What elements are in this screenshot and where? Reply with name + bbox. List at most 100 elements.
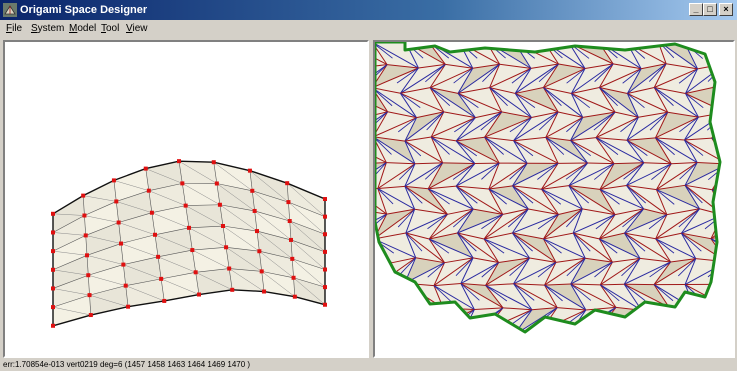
diagonal-crease <box>375 354 388 356</box>
vertex-marker <box>177 159 181 164</box>
menu-view-label: iew <box>132 23 148 34</box>
diagonal-crease <box>568 336 582 356</box>
vertex-marker <box>257 249 262 254</box>
mountain-crease <box>461 330 486 332</box>
vertex-marker <box>51 249 55 254</box>
menu-system[interactable]: System <box>31 22 64 35</box>
valley-crease <box>706 306 720 325</box>
vertex-marker <box>323 232 327 237</box>
vertex-marker <box>190 248 195 253</box>
mountain-crease <box>684 42 710 44</box>
vertex-marker <box>153 232 157 237</box>
mountain-crease <box>375 354 388 356</box>
mountain-crease <box>667 354 694 356</box>
vertex-marker <box>323 197 327 202</box>
mountain-crease <box>726 112 733 117</box>
menu-system-mnemonic: S <box>31 23 38 34</box>
diagonal-crease <box>599 354 613 356</box>
diagonal-crease <box>375 262 392 284</box>
status-bar: err:1.70854e-013 vert0219 deg=6 (1457 14… <box>0 359 737 371</box>
diagonal-crease <box>684 42 720 44</box>
vertex-marker <box>286 200 291 205</box>
diagonal-crease <box>430 330 474 332</box>
menu-system-label: ystem <box>37 23 65 34</box>
mountain-crease <box>727 307 733 311</box>
vertex-marker <box>82 213 87 218</box>
valley-crease <box>375 330 394 332</box>
valley-crease <box>484 330 506 332</box>
diagonal-crease <box>430 330 449 332</box>
app-icon <box>3 3 17 17</box>
vertex-marker <box>323 302 327 307</box>
maximize-button[interactable]: □ <box>703 3 717 16</box>
diagonal-crease <box>652 306 670 331</box>
menu-file-label: ile <box>12 23 23 34</box>
menu-file[interactable]: File <box>6 22 22 35</box>
vertex-marker <box>224 245 229 250</box>
valley-crease <box>402 335 423 350</box>
vertex-marker <box>159 276 164 281</box>
minimize-button[interactable]: _ <box>689 3 703 16</box>
vertex-marker <box>156 254 161 259</box>
menu-view[interactable]: View <box>126 22 148 35</box>
vertex-marker <box>227 266 232 271</box>
vertex-marker <box>111 178 116 183</box>
diagonal-crease <box>484 330 501 332</box>
folded-model-canvas[interactable] <box>5 42 367 356</box>
diagonal-crease <box>514 42 529 43</box>
vertex-marker <box>51 267 55 272</box>
diagonal-crease <box>711 284 720 308</box>
diagonal-crease <box>707 329 720 332</box>
valley-crease <box>428 354 448 356</box>
vertex-marker <box>187 225 191 230</box>
mountain-crease <box>568 42 599 44</box>
vertex-marker <box>85 253 89 258</box>
valley-crease <box>648 306 670 325</box>
vertex-marker <box>285 181 290 186</box>
vertex-marker <box>121 262 126 267</box>
diagonal-crease <box>708 354 723 356</box>
diagonal-crease <box>707 306 720 331</box>
mountain-crease <box>723 354 733 356</box>
menu-model[interactable]: Model <box>69 22 96 35</box>
shaded-facet <box>543 354 582 356</box>
diagonal-crease <box>541 330 583 332</box>
mountain-crease <box>712 87 720 94</box>
vertex-marker <box>87 293 92 298</box>
vertex-marker <box>123 283 128 288</box>
diagonal-crease <box>712 87 720 118</box>
crease-pattern-canvas[interactable] <box>375 42 733 356</box>
diagonal-crease <box>401 309 415 332</box>
mountain-crease <box>694 354 723 356</box>
valley-crease <box>568 336 588 350</box>
diagonal-crease <box>626 42 668 44</box>
model-3d-view[interactable] <box>3 40 369 358</box>
vertex-marker <box>88 313 93 318</box>
vertex-marker <box>323 267 327 272</box>
crease-pattern-view[interactable] <box>373 40 735 358</box>
diagonal-crease <box>568 42 584 44</box>
shaded-facet <box>375 354 418 356</box>
close-button[interactable]: × <box>719 3 733 16</box>
mountain-crease <box>613 354 639 356</box>
diagonal-crease <box>375 262 392 287</box>
vertex-marker <box>252 208 257 213</box>
vertex-marker <box>247 168 252 173</box>
valley-crease <box>706 354 724 356</box>
title-bar[interactable]: Origami Space Designer _ □ × <box>0 0 737 20</box>
vertex-marker <box>86 273 91 278</box>
diagonal-crease <box>484 330 530 332</box>
valley-crease <box>708 329 720 332</box>
mountain-crease <box>709 42 720 45</box>
menu-tool[interactable]: Tool <box>101 22 119 35</box>
mountain-crease <box>390 307 415 310</box>
diagonal-crease <box>652 309 697 331</box>
vertex-marker <box>51 286 55 291</box>
mountain-crease <box>375 282 377 287</box>
diagonal-crease <box>375 335 388 354</box>
vertex-marker <box>146 188 151 193</box>
vertex-marker <box>230 287 235 292</box>
vertex-marker <box>119 241 123 246</box>
window-title: Origami Space Designer <box>20 4 148 16</box>
mountain-crease <box>401 330 432 332</box>
